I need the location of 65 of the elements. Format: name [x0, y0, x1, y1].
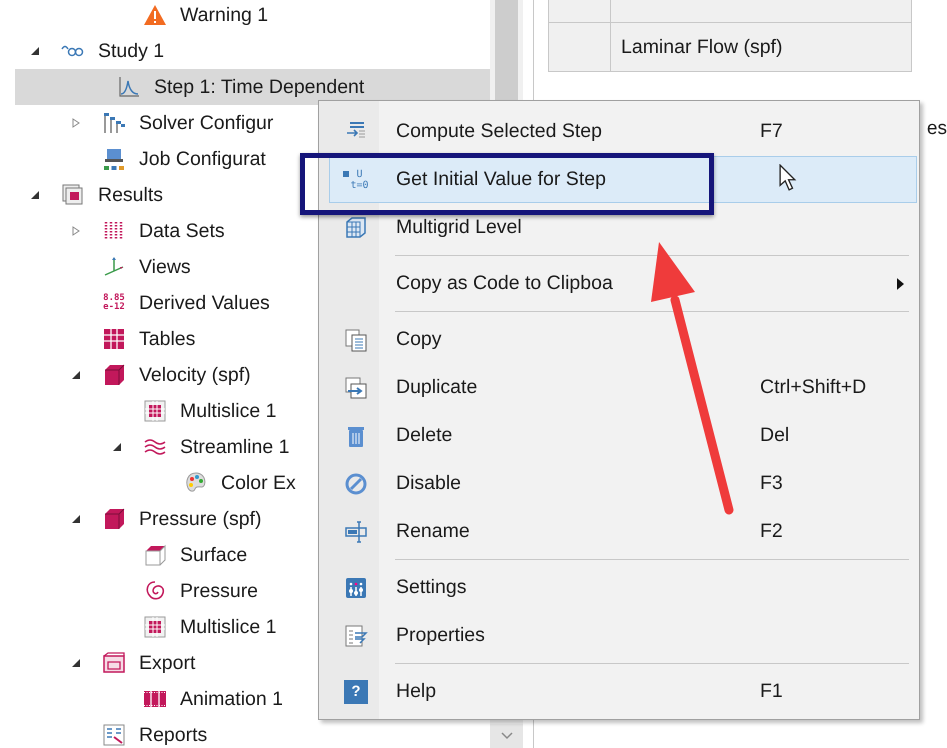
- tree-item-label: Data Sets: [139, 220, 225, 242]
- tree-item-label: Animation 1: [180, 688, 283, 710]
- tree-item-label: Multislice 1: [180, 400, 276, 422]
- menu-item[interactable]: Disable F3: [329, 460, 917, 507]
- scrollbar-thumb[interactable]: [495, 0, 518, 100]
- tree-item-label: Warning 1: [180, 4, 268, 26]
- tree-item-label: Reports: [139, 724, 208, 746]
- menu-item[interactable]: Multigrid Level: [329, 204, 917, 251]
- tree-item-label: Study 1: [98, 40, 164, 62]
- menu-item[interactable]: Duplicate Ctrl+Shift+D: [329, 364, 917, 411]
- chevron-down-icon: [500, 732, 512, 740]
- mesh-icon: [344, 216, 368, 240]
- tree-item-label: Results: [98, 184, 164, 206]
- copy-icon: [344, 328, 368, 352]
- table-cell-text: Laminar Flow (spf): [620, 34, 784, 60]
- shortcut-text: F7: [760, 120, 783, 143]
- table-icon: [102, 327, 126, 351]
- shortcut-text: F2: [760, 520, 783, 543]
- crate-icon: [102, 651, 126, 675]
- stacked-pages-icon: [61, 183, 85, 207]
- tree-item-label: Pressure: [180, 580, 258, 602]
- shortcut-text: Ctrl+Shift+D: [760, 376, 866, 399]
- tree-item-label: Solver Configur: [139, 112, 274, 134]
- tree-item-label: Tables: [139, 328, 196, 350]
- menu-item[interactable]: U t=0 Get Initial Value for Step: [329, 156, 917, 203]
- mouse-cursor-icon: [779, 164, 797, 191]
- tree-item-label: Surface: [180, 544, 248, 566]
- tree-item-label: Views: [139, 256, 191, 278]
- shortcut-text: F3: [760, 472, 783, 495]
- tree-item[interactable]: Study 1: [0, 33, 490, 69]
- panel-text: es: [926, 118, 947, 140]
- duplicate-icon: [344, 376, 368, 400]
- tree-item-label: Export: [139, 652, 196, 674]
- tree-item-label: Derived Values: [139, 292, 270, 314]
- slice-grid-icon: [143, 615, 167, 639]
- box-frame-icon: [143, 543, 167, 567]
- menu-item[interactable]: Delete Del: [329, 412, 917, 459]
- tree-item-label: Streamline 1: [180, 436, 290, 458]
- tree-item-label: Step 1: Time Dependent: [154, 76, 364, 98]
- settings-icon: [344, 576, 368, 600]
- tree-item[interactable]: Warning 1: [0, 0, 490, 33]
- graph-icon: [117, 75, 141, 99]
- slice-grid-icon: [143, 399, 167, 423]
- rename-icon: [344, 520, 368, 544]
- properties-icon: [344, 624, 368, 648]
- bar-steps-icon: [102, 111, 126, 135]
- prohibited-icon: [344, 472, 368, 496]
- tree-item-label: Velocity (spf): [139, 364, 251, 386]
- tree-item-label: Multislice 1: [180, 616, 276, 638]
- menu-item[interactable]: Copy: [329, 316, 917, 363]
- tree-item-label: Pressure (spf): [139, 508, 262, 530]
- shortcut-text: F1: [760, 680, 783, 703]
- cube-icon: [102, 507, 126, 531]
- computer-network-icon: [102, 147, 126, 171]
- cube-icon: [102, 363, 126, 387]
- help-icon: ?: [344, 680, 368, 704]
- tree-item-label: Job Configurat: [139, 148, 266, 170]
- menu-item[interactable]: Copy as Code to Clipboa: [329, 260, 917, 307]
- number-icon: 8.85 e-12: [103, 294, 125, 312]
- tree-item-label: Color Ex: [221, 472, 296, 494]
- tree-item[interactable]: Step 1: Time Dependent: [15, 69, 490, 105]
- warning-icon: [143, 3, 167, 27]
- menu-item[interactable]: Compute Selected Step F7: [329, 108, 917, 155]
- tree-item[interactable]: Reports: [0, 717, 490, 748]
- shortcut-text: Del: [760, 424, 790, 447]
